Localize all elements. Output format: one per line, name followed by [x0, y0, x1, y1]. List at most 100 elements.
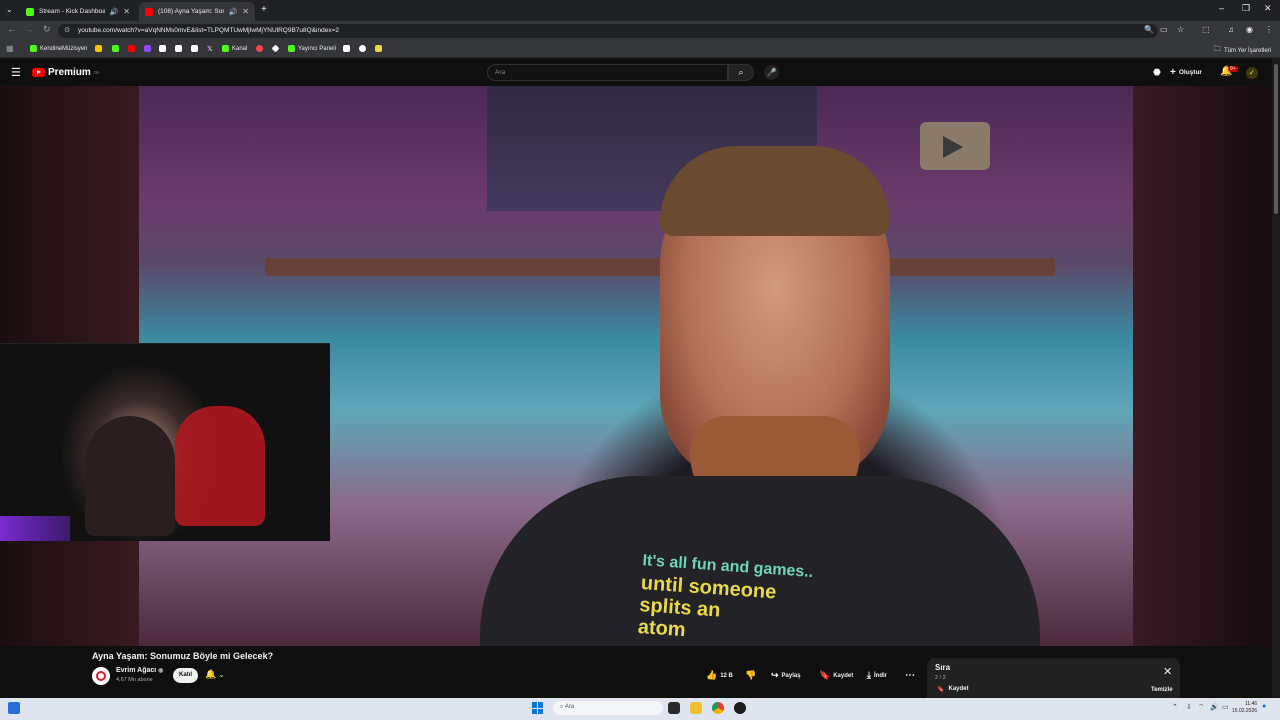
- channel-name[interactable]: Evrim Ağacı ◉: [116, 667, 163, 674]
- logo-text: Premium: [48, 67, 91, 78]
- obs-app-icon[interactable]: [734, 702, 746, 714]
- video-player[interactable]: It's all fun and games.. until someone s…: [0, 86, 1280, 646]
- bookmark-item[interactable]: [128, 45, 135, 52]
- windows-logo-icon: [538, 702, 543, 708]
- reload-icon[interactable]: ↻: [43, 24, 51, 35]
- account-avatar[interactable]: ✓: [1246, 67, 1258, 79]
- bookmark-item[interactable]: [375, 45, 382, 52]
- video-scene-right: [1133, 86, 1280, 646]
- scrollbar-thumb[interactable]: [1274, 64, 1278, 214]
- volume-icon[interactable]: 🔊: [1210, 703, 1219, 711]
- save-button[interactable]: 🔖 Kaydet: [819, 668, 853, 683]
- voice-search-button[interactable]: 🎤: [764, 65, 779, 80]
- tab-youtube-video[interactable]: (108) Ayna Yaşam: Sonumu... 🔊 ✕: [139, 2, 255, 21]
- search-icon: ⌕: [738, 67, 744, 77]
- country-code: TR: [93, 70, 100, 75]
- menu-icon[interactable]: ⋮: [1265, 25, 1273, 34]
- create-button[interactable]: + Oluştur: [1170, 66, 1202, 79]
- join-button[interactable]: Katıl: [173, 668, 198, 683]
- battery-icon[interactable]: ▭: [1222, 703, 1229, 711]
- channel-name-text: Evrim Ağacı: [116, 667, 157, 674]
- plus-icon: +: [1170, 67, 1176, 78]
- media-control-icon[interactable]: ♫: [1228, 25, 1234, 34]
- apps-grid-icon[interactable]: ▦: [6, 44, 14, 53]
- subscription-bell-button[interactable]: 🔔 ⌄: [205, 669, 225, 680]
- bookmark-kanal[interactable]: Kanal: [222, 45, 247, 52]
- bookmark-item[interactable]: [159, 45, 166, 52]
- profile-icon[interactable]: ◉: [1246, 25, 1253, 34]
- queue-save-label: Kaydet: [948, 686, 969, 692]
- bookmark-item[interactable]: [359, 45, 366, 52]
- file-explorer-icon[interactable]: [690, 702, 702, 714]
- bookmark-item[interactable]: [112, 45, 119, 52]
- like-button[interactable]: 👍 12 B: [706, 668, 733, 683]
- bookmark-star-icon[interactable]: ☆: [1177, 25, 1184, 34]
- bookmark-favicon-icon: [375, 45, 382, 52]
- minimize-icon[interactable]: –: [1219, 3, 1224, 13]
- tiktok-favicon-icon: [159, 45, 166, 52]
- tab-kick-dashboard[interactable]: Stream - Kick Dashboard 🔊 ✕: [20, 2, 136, 21]
- extensions-icon[interactable]: ⬚: [1202, 25, 1210, 34]
- bookmark-item[interactable]: [191, 45, 198, 52]
- all-bookmarks[interactable]: 🗀 Tüm Yer İşaretleri: [1214, 45, 1271, 56]
- verified-badge-icon: ◉: [158, 668, 164, 674]
- close-window-icon[interactable]: ✕: [1264, 3, 1272, 14]
- taskbar-clock[interactable]: 11:46 15.02.2026: [1232, 701, 1257, 715]
- bookmark-item[interactable]: [95, 45, 102, 52]
- new-tab-button[interactable]: +: [261, 4, 267, 15]
- chrome-icon[interactable]: [712, 702, 724, 714]
- bookmark-item[interactable]: 𝕏: [207, 45, 213, 53]
- bookmark-yayinci-paneli[interactable]: Yayıncı Paneli: [288, 45, 336, 52]
- close-queue-icon[interactable]: ✕: [1163, 665, 1172, 678]
- close-tab-icon[interactable]: ✕: [123, 7, 130, 16]
- chevron-down-icon: ⌄: [218, 672, 225, 679]
- x-logo-icon: 𝕏: [207, 46, 213, 53]
- network-icon[interactable]: ⇩: [1186, 703, 1192, 711]
- task-view-icon[interactable]: [668, 702, 680, 714]
- hamburger-menu-icon[interactable]: ☰: [11, 66, 21, 79]
- wifi-icon[interactable]: ⌔: [1198, 703, 1205, 712]
- save-label: Kaydet: [833, 672, 854, 679]
- url-text[interactable]: youtube.com/watch?v=aVqNNMs0mvE&list=TLP…: [78, 27, 339, 34]
- youtube-premium-logo[interactable]: Premium TR: [32, 67, 99, 78]
- bookmark-item[interactable]: [271, 44, 280, 53]
- queue-clear-button[interactable]: Temizle: [1151, 687, 1173, 693]
- tab-search-icon[interactable]: ⌄: [6, 5, 13, 14]
- download-icon: ⤓: [867, 670, 871, 680]
- site-info-icon[interactable]: ⚙: [64, 26, 70, 34]
- bookmark-kendinemuzisyen[interactable]: KendineMüzisyen: [30, 45, 87, 52]
- share-label: Paylaş: [781, 672, 801, 679]
- zoom-icon[interactable]: 🔍: [1144, 25, 1154, 34]
- bookmark-item[interactable]: [175, 45, 182, 52]
- forward-icon[interactable]: →: [25, 24, 34, 34]
- speaker-icon: 🔊: [109, 8, 119, 16]
- maximize-icon[interactable]: ❐: [1242, 3, 1250, 14]
- cast-icon[interactable]: ⬣: [1153, 67, 1161, 78]
- close-tab-icon[interactable]: ✕: [242, 7, 249, 16]
- bookmark-label: Yayıncı Paneli: [298, 45, 336, 52]
- taskbar-search[interactable]: ⌕ Ara: [553, 701, 663, 715]
- cast-icon[interactable]: ▭: [1160, 25, 1168, 34]
- share-button[interactable]: ↪ Paylaş: [771, 668, 801, 683]
- widgets-icon[interactable]: [8, 702, 20, 714]
- channel-avatar[interactable]: [92, 667, 110, 685]
- notification-center-icon[interactable]: ●: [1262, 703, 1266, 710]
- streamer-head: [85, 416, 175, 536]
- clock-time: 11:46: [1244, 701, 1258, 707]
- bookmark-favicon-icon: [95, 45, 102, 52]
- search-input[interactable]: Ara: [487, 64, 728, 81]
- bookmark-item[interactable]: [343, 45, 350, 52]
- start-button[interactable]: [532, 702, 544, 714]
- dislike-button[interactable]: 👎: [745, 668, 756, 683]
- bookmark-icon: 🔖: [819, 670, 831, 680]
- bookmark-icon: 🔖: [937, 687, 945, 693]
- search-button[interactable]: ⌕: [728, 64, 754, 81]
- back-icon[interactable]: ←: [7, 24, 16, 34]
- bookmark-item[interactable]: [144, 45, 151, 52]
- bookmark-item[interactable]: [256, 45, 263, 52]
- more-actions-button[interactable]: ⋯: [905, 668, 915, 683]
- download-button[interactable]: ⤓ İndir: [867, 668, 887, 683]
- queue-save-button[interactable]: 🔖 Kaydet: [937, 686, 969, 693]
- tray-overflow-icon[interactable]: ⌃: [1172, 703, 1178, 711]
- shirt-print-text: It's all fun and games.. until someone s…: [637, 550, 814, 646]
